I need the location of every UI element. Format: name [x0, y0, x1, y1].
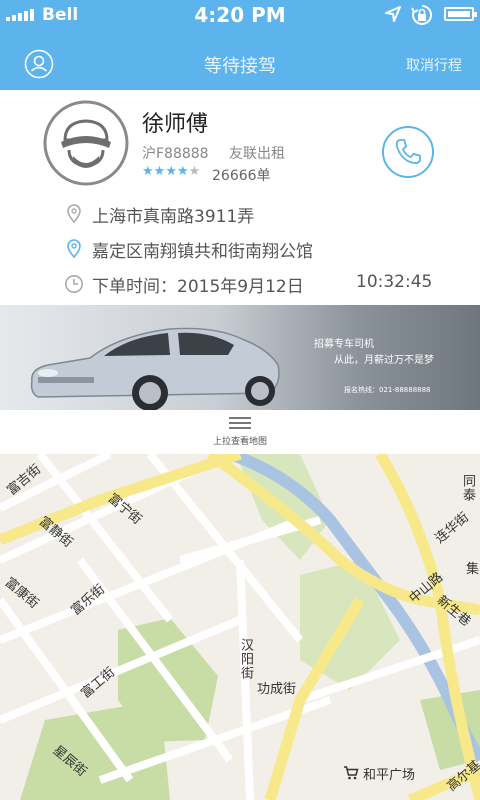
star-filled-icon: ★: [176, 164, 189, 179]
driver-avatar: [43, 100, 129, 186]
location-pin-icon: [67, 204, 81, 224]
drag-handle-icon: [229, 417, 251, 429]
street-label: 同泰: [460, 474, 475, 502]
order-time-row: 下单时间：2015年9月12日 10:32:45: [64, 272, 454, 297]
order-count: 26666单: [212, 168, 271, 184]
driver-recruit-banner[interactable]: 招募专车司机 从此，月薪过万不是梦 报名热线：021-88888888: [0, 305, 480, 410]
rotation-lock-icon: [411, 4, 433, 25]
cancel-trip-button[interactable]: 取消行程: [406, 55, 462, 75]
pickup-address: 上海市真南路3911弄: [92, 207, 255, 227]
order-clock-time: 10:32:45: [356, 272, 433, 292]
status-bar: Bell 4:20 PM: [0, 0, 480, 30]
phone-icon: [395, 139, 421, 165]
top-bar: Bell 4:20 PM 等待接驾 取消行程: [0, 0, 480, 90]
battery-icon: [444, 7, 477, 21]
car-image: [30, 327, 280, 410]
banner-slogan: 从此，月薪过万不是梦: [334, 355, 434, 366]
star-empty-icon: ★: [188, 164, 201, 179]
pull-up-map-handle[interactable]: 上拉查看地图: [0, 410, 480, 454]
taxi-company: 友联出租: [229, 146, 285, 162]
star-filled-icon: ★: [142, 164, 154, 179]
license-plate: 沪F88888: [142, 146, 209, 162]
order-time: 下单时间：2015年9月12日: [92, 277, 304, 297]
location-arrow-icon: [385, 6, 401, 22]
shopping-cart-icon: [344, 766, 359, 780]
street-label: 汉阳街: [238, 638, 253, 680]
pull-up-label: 上拉查看地图: [212, 437, 267, 447]
star-filled-icon: ★: [165, 164, 177, 179]
driver-name: 徐师傅: [142, 112, 209, 137]
destination-row: 嘉定区南翔镇共和街南翔公馆: [64, 237, 454, 262]
destination-address: 嘉定区南翔镇共和街南翔公馆: [92, 242, 313, 262]
driver-rating-stars: ★★★★★: [142, 164, 200, 179]
clock-icon: [65, 275, 83, 293]
call-driver-button[interactable]: [382, 126, 434, 178]
pickup-row: 上海市真南路3911弄: [64, 202, 454, 227]
star-filled-icon: ★: [153, 164, 166, 179]
banner-hotline: 报名热线：021-88888888: [344, 386, 431, 394]
battery-level: [448, 11, 470, 17]
banner-title: 招募专车司机: [314, 339, 374, 350]
park-area: [20, 700, 170, 800]
street-label: 集: [466, 562, 480, 577]
street-label: 功成街: [257, 682, 297, 697]
destination-pin-icon: [67, 239, 81, 259]
nav-bar: 等待接驾 取消行程: [0, 30, 480, 90]
status-time: 4:20 PM: [194, 3, 286, 27]
poi-label[interactable]: 和平广场: [363, 764, 415, 783]
map-view[interactable]: 富吉街 富宁街 富静街 富康街 富乐街 富工街 汉阳街 功成街 星辰街 中山路 …: [0, 454, 480, 800]
